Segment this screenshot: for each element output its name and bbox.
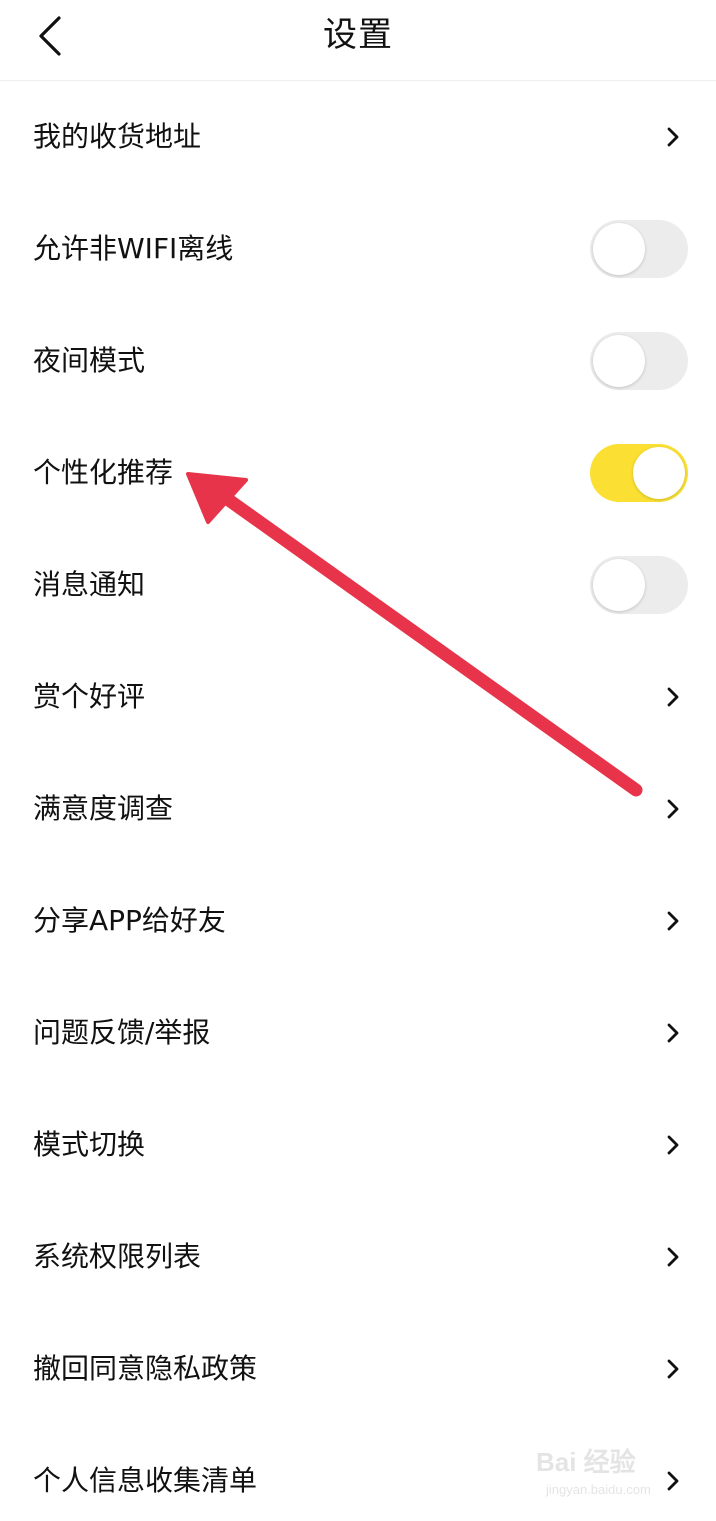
toggle-switch[interactable] bbox=[590, 332, 688, 390]
toggle-knob bbox=[593, 223, 645, 275]
settings-row[interactable]: 允许非WIFI离线 bbox=[0, 193, 716, 305]
chevron-right-icon bbox=[666, 1022, 680, 1044]
settings-row-label: 分享APP给好友 bbox=[33, 904, 226, 937]
toggle-switch[interactable] bbox=[590, 444, 688, 502]
chevron-right-icon bbox=[666, 910, 680, 932]
settings-row-label: 个性化推荐 bbox=[33, 456, 174, 489]
settings-row[interactable]: 个性化推荐 bbox=[0, 417, 716, 529]
toggle-switch[interactable] bbox=[590, 556, 688, 614]
settings-page: 设置 我的收货地址 允许非WIFI离线 夜间模式个性化推荐消息通知赏个好评满意度调查… bbox=[0, 0, 716, 1521]
nav-header: 设置 bbox=[0, 0, 716, 81]
settings-row-label: 个人信息收集清单 bbox=[33, 1464, 258, 1497]
settings-row[interactable]: 问题反馈/举报 bbox=[0, 977, 716, 1089]
toggle-knob bbox=[593, 559, 645, 611]
settings-row[interactable]: 模式切换 bbox=[0, 1089, 716, 1201]
chevron-right-icon bbox=[666, 1134, 680, 1156]
settings-row[interactable]: 系统权限列表 bbox=[0, 1201, 716, 1313]
settings-row-label: 允许非WIFI离线 bbox=[33, 232, 234, 265]
settings-row[interactable]: 分享APP给好友 bbox=[0, 865, 716, 977]
chevron-right-icon bbox=[666, 1358, 680, 1380]
chevron-right-icon bbox=[666, 1246, 680, 1268]
chevron-right-icon bbox=[666, 126, 680, 148]
settings-row[interactable]: 撤回同意隐私政策 bbox=[0, 1313, 716, 1425]
chevron-right-icon bbox=[666, 1470, 680, 1492]
settings-row-label: 夜间模式 bbox=[33, 344, 146, 377]
chevron-right-icon bbox=[666, 686, 680, 708]
settings-row-label: 模式切换 bbox=[33, 1128, 146, 1161]
toggle-knob bbox=[633, 447, 685, 499]
settings-row-label: 撤回同意隐私政策 bbox=[33, 1352, 258, 1385]
settings-row-label: 满意度调查 bbox=[33, 792, 174, 825]
chevron-right-icon bbox=[666, 798, 680, 820]
settings-row[interactable]: 个人信息收集清单 bbox=[0, 1425, 716, 1521]
settings-row[interactable]: 消息通知 bbox=[0, 529, 716, 641]
settings-list: 我的收货地址 允许非WIFI离线 夜间模式个性化推荐消息通知赏个好评满意度调查分享A… bbox=[0, 81, 716, 1521]
settings-row-label: 问题反馈/举报 bbox=[33, 1016, 211, 1049]
settings-row-label: 赏个好评 bbox=[33, 680, 146, 713]
settings-row-label: 我的收货地址 bbox=[33, 120, 202, 153]
toggle-knob bbox=[593, 335, 645, 387]
settings-row[interactable]: 我的收货地址 bbox=[0, 81, 716, 193]
settings-row[interactable]: 夜间模式 bbox=[0, 305, 716, 417]
settings-row[interactable]: 赏个好评 bbox=[0, 641, 716, 753]
settings-row-label: 消息通知 bbox=[33, 568, 146, 601]
toggle-switch[interactable] bbox=[590, 220, 688, 278]
settings-row[interactable]: 满意度调查 bbox=[0, 753, 716, 865]
page-title: 设置 bbox=[323, 15, 393, 55]
settings-row-label: 系统权限列表 bbox=[33, 1240, 202, 1273]
